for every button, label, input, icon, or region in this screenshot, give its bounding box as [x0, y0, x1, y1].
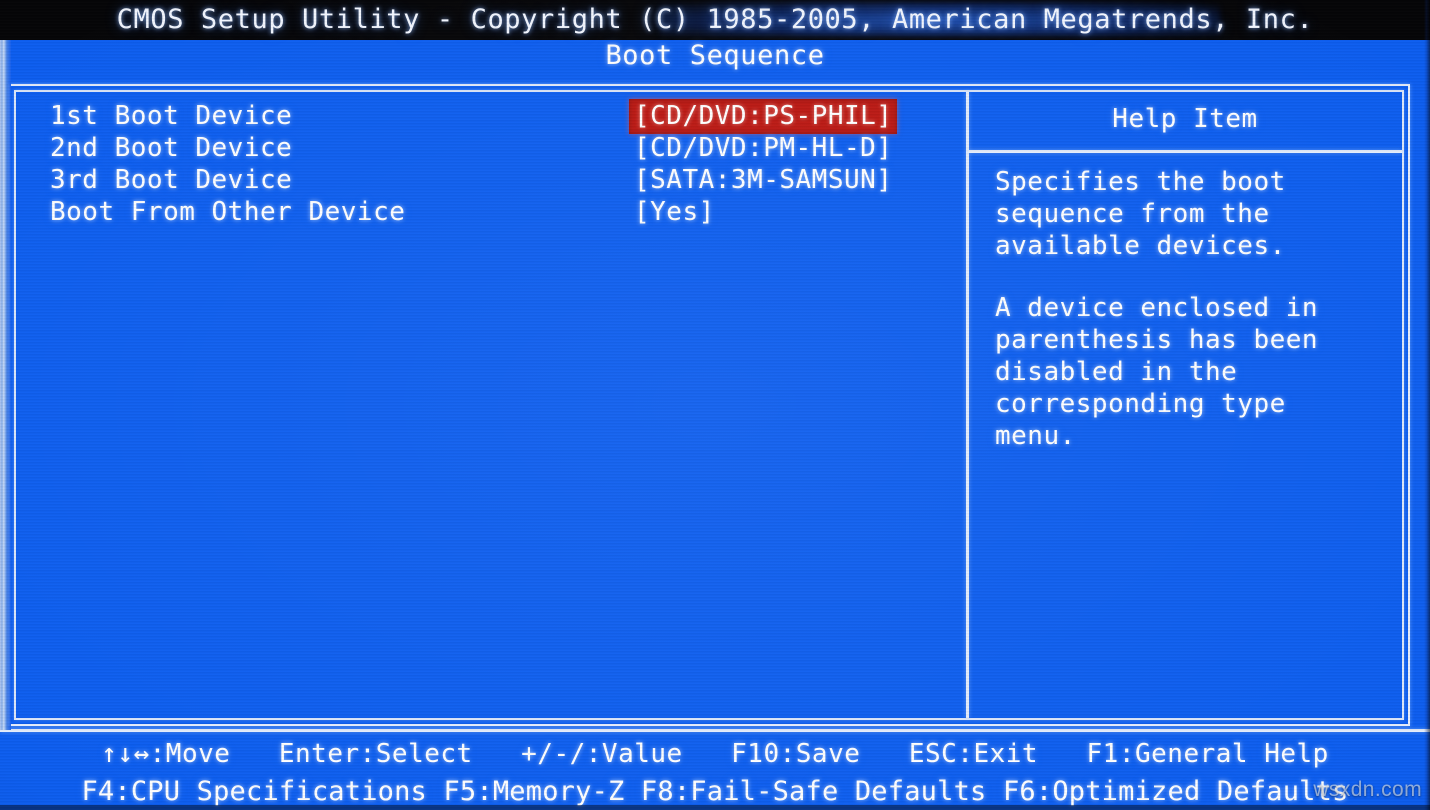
help-line: Specifies the boot [995, 167, 1286, 197]
help-paragraph: A device enclosed in parenthesis has bee… [995, 292, 1395, 452]
help-heading-divider [968, 150, 1402, 153]
setting-value[interactable]: [CD/DVD:PM-HL-D] [634, 132, 892, 164]
setting-label: 1st Boot Device [50, 101, 293, 131]
setting-row-1st-boot-device[interactable]: 1st Boot Device [CD/DVD:PS-PHIL] [50, 99, 950, 134]
setting-value[interactable]: [SATA:3M-SAMSUN] [634, 164, 892, 196]
footer-divider [0, 729, 1430, 732]
setting-row-boot-from-other-device[interactable]: Boot From Other Device [Yes] [50, 196, 950, 228]
help-line: menu. [995, 421, 1076, 451]
setting-label: 3rd Boot Device [50, 165, 293, 195]
help-line: A device enclosed in [995, 293, 1319, 323]
watermark: wsxdn.com [1313, 778, 1422, 801]
setting-label: 2nd Boot Device [50, 133, 293, 163]
setting-label: Boot From Other Device [50, 197, 406, 227]
setting-row-3rd-boot-device[interactable]: 3rd Boot Device [SATA:3M-SAMSUN] [50, 164, 950, 196]
footer-hint-line-2: F4:CPU Specifications F5:Memory-Z F8:Fai… [81, 776, 1349, 807]
help-paragraph: Specifies the boot sequence from the ava… [995, 166, 1395, 262]
boot-sequence-list: 1st Boot Device [CD/DVD:PS-PHIL] 2nd Boo… [50, 99, 950, 228]
help-line: parenthesis has been [995, 325, 1319, 355]
page-title: CMOS Setup Utility - Copyright (C) 1985-… [116, 4, 1314, 35]
help-panel-body: Specifies the boot sequence from the ava… [995, 166, 1395, 482]
help-line: corresponding type [995, 389, 1286, 419]
help-line: available devices. [995, 231, 1286, 261]
bios-setup-screen: CMOS Setup Utility - Copyright (C) 1985-… [0, 0, 1430, 810]
footer-key-hints: ↑↓↔:Move Enter:Select +/-/:Value F10:Sav… [0, 736, 1430, 810]
crt-right-edge-artifact [1424, 0, 1430, 810]
panel-divider [966, 92, 969, 718]
setting-value[interactable]: [Yes] [634, 196, 715, 228]
help-panel-title: Help Item [1112, 104, 1258, 134]
menu-subtitle: Boot Sequence [605, 40, 825, 71]
help-line: disabled in the [995, 357, 1238, 387]
setting-row-2nd-boot-device[interactable]: 2nd Boot Device [CD/DVD:PM-HL-D] [50, 132, 950, 164]
help-line: sequence from the [995, 199, 1270, 229]
setting-value-selected[interactable]: [CD/DVD:PS-PHIL] [629, 99, 898, 134]
footer-hint-line-1: ↑↓↔:Move Enter:Select +/-/:Value F10:Sav… [101, 739, 1329, 769]
